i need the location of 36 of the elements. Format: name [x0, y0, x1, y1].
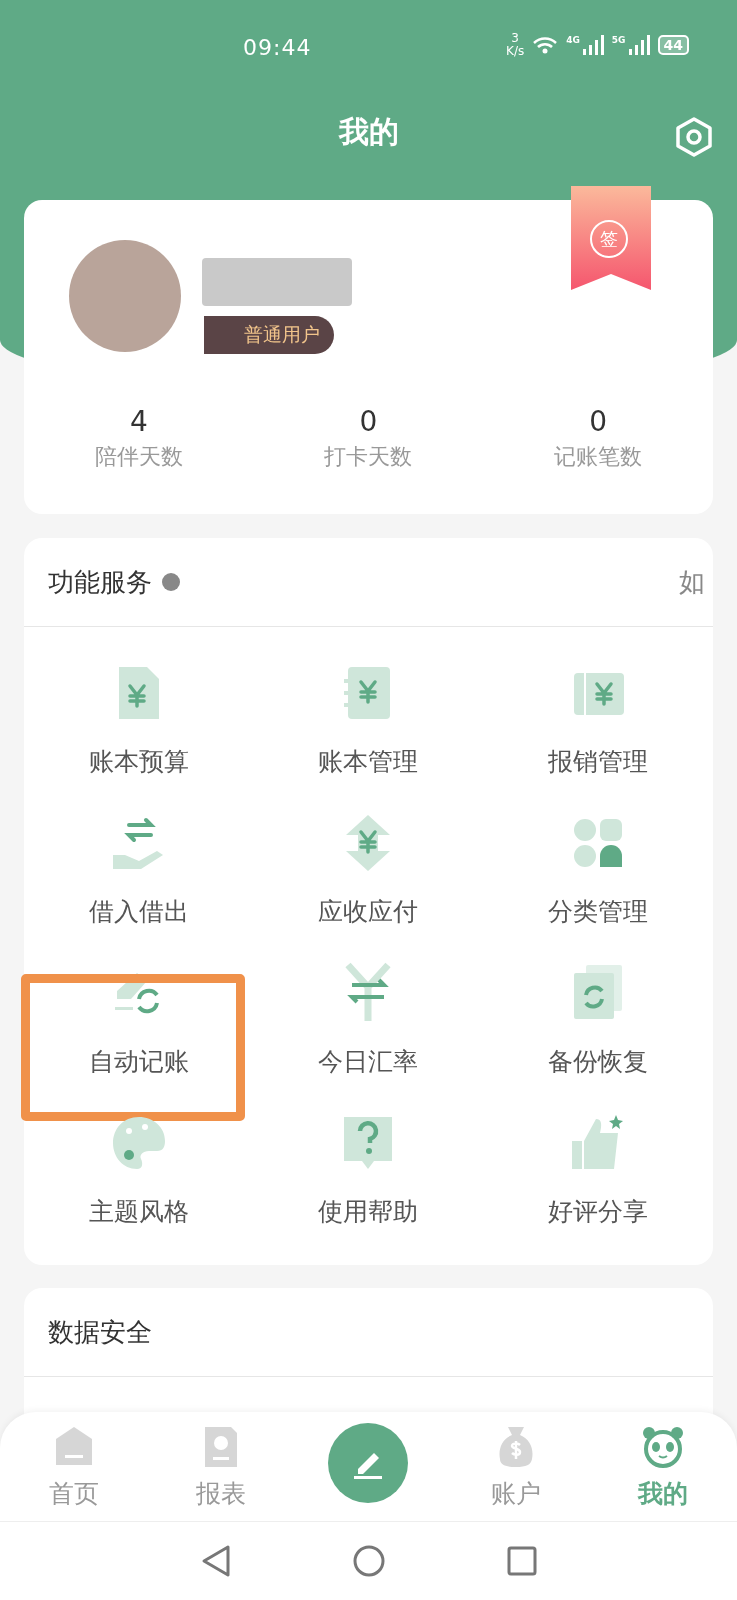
network-speed: 3 K/s: [506, 32, 525, 58]
service-label[interactable]: 分类管理: [548, 897, 649, 927]
page-title: 我的: [338, 112, 399, 151]
service-label[interactable]: 账本管理: [318, 747, 419, 777]
stat-value: 0: [359, 405, 378, 438]
home-button-icon[interactable]: [351, 1544, 386, 1578]
service-label[interactable]: 报销管理: [548, 747, 649, 777]
stat-label: 记账笔数: [554, 443, 643, 471]
stat-value: 0: [589, 405, 608, 438]
service-label[interactable]: 自动记账: [88, 1047, 189, 1077]
section-trailing-text: 如: [679, 565, 705, 599]
network-type: 5G: [611, 35, 626, 45]
panda-face-icon: [641, 1424, 686, 1469]
service-label[interactable]: 今日汇率: [318, 1047, 419, 1077]
signal-icon: [627, 35, 650, 55]
recents-icon[interactable]: [505, 1545, 538, 1577]
service-label[interactable]: 使用帮助: [318, 1197, 419, 1227]
service-label[interactable]: 备份恢复: [548, 1047, 649, 1077]
network-type: 4G: [566, 35, 580, 45]
section-title: 数据安全: [48, 1315, 152, 1349]
signal-icon: [581, 35, 604, 55]
wifi-icon: [532, 35, 559, 55]
status-dot: [162, 573, 180, 591]
stat-label: 陪伴天数: [94, 443, 183, 471]
battery-level: 44: [657, 35, 689, 55]
service-label[interactable]: 主题风格: [88, 1197, 189, 1227]
service-label[interactable]: 借入借出: [88, 897, 189, 927]
stat-value: 4: [129, 405, 148, 438]
service-label[interactable]: 好评分享: [548, 1197, 649, 1227]
service-label[interactable]: 账本预算: [88, 747, 189, 777]
section-title: 功能服务: [48, 565, 152, 599]
settings-icon[interactable]: [673, 116, 715, 158]
status-time: 09:44: [243, 35, 312, 60]
stat-label: 打卡天数: [324, 443, 413, 471]
service-label[interactable]: 应收应付: [318, 897, 419, 927]
member-badge: 普通用户: [204, 316, 334, 354]
